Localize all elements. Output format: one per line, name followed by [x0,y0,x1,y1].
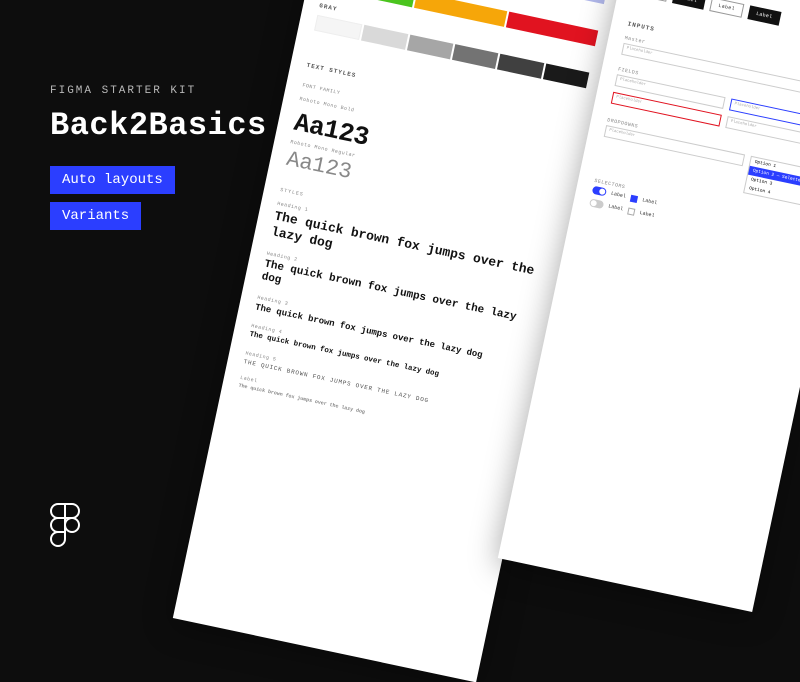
checkbox-on[interactable] [630,194,638,202]
toggle-on[interactable] [592,186,607,197]
button-gray[interactable]: Label [709,0,744,18]
chip-auto-layouts: Auto layouts [50,166,175,194]
checkbox-off[interactable] [627,207,635,215]
button-dark[interactable]: Label [672,0,707,10]
hero-chips: Auto layouts Variants [50,166,267,230]
swatch [452,44,499,69]
hero-block: FIGMA STARTER KIT Back2Basics Auto layou… [50,85,267,238]
swatch [361,25,408,50]
chip-variants: Variants [50,202,141,230]
selector-label: Label [610,191,626,200]
swatch [407,35,454,60]
swatch [314,15,363,40]
figma-logo-icon [50,503,80,552]
button-gray[interactable]: Label [634,0,669,2]
swatch [560,0,608,4]
selector-label: Label [642,197,658,206]
toggle-off[interactable] [589,198,604,209]
eyebrow: FIGMA STARTER KIT [50,85,267,97]
swatch [543,63,590,88]
hero-title: Back2Basics [50,107,267,144]
selector-label: Label [608,203,624,212]
swatch [414,0,507,27]
selector-label: Label [639,210,655,219]
swatch [497,54,544,79]
